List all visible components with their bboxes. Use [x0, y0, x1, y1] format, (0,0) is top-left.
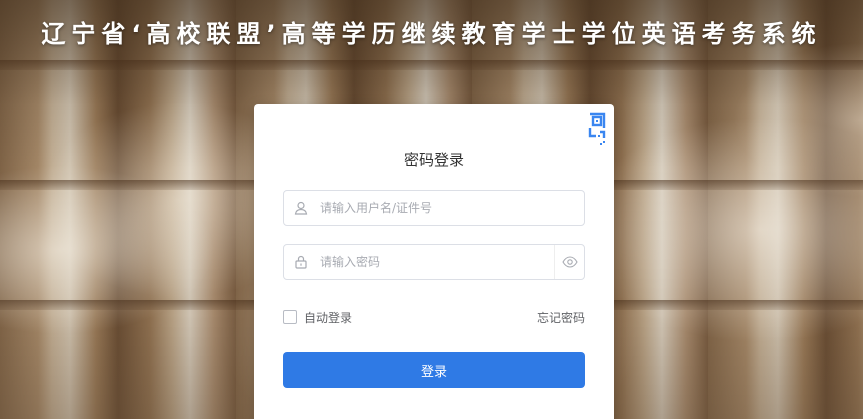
remember-checkbox[interactable]: 自动登录: [283, 309, 352, 326]
forgot-password-link[interactable]: 忘记密码: [537, 309, 585, 326]
lock-icon: [284, 245, 318, 279]
login-button[interactable]: 登录: [283, 352, 585, 388]
qr-code-icon[interactable]: [574, 108, 610, 148]
username-field-wrapper: [283, 190, 585, 226]
login-card: 密码登录 自动登录: [254, 104, 614, 419]
eye-icon[interactable]: [554, 245, 584, 279]
password-field-wrapper: [283, 244, 585, 280]
site-title: 辽宁省‘高校联盟’高等学历继续教育学士学位英语考务系统: [41, 20, 822, 48]
user-icon: [284, 191, 318, 225]
background-shelf: [0, 60, 863, 70]
password-input[interactable]: [318, 245, 554, 279]
username-input[interactable]: [318, 191, 584, 225]
remember-label: 自动登录: [304, 310, 353, 325]
login-options: 自动登录 忘记密码: [283, 308, 585, 326]
checkbox-box[interactable]: [283, 310, 297, 324]
login-card-title: 密码登录: [403, 151, 464, 169]
